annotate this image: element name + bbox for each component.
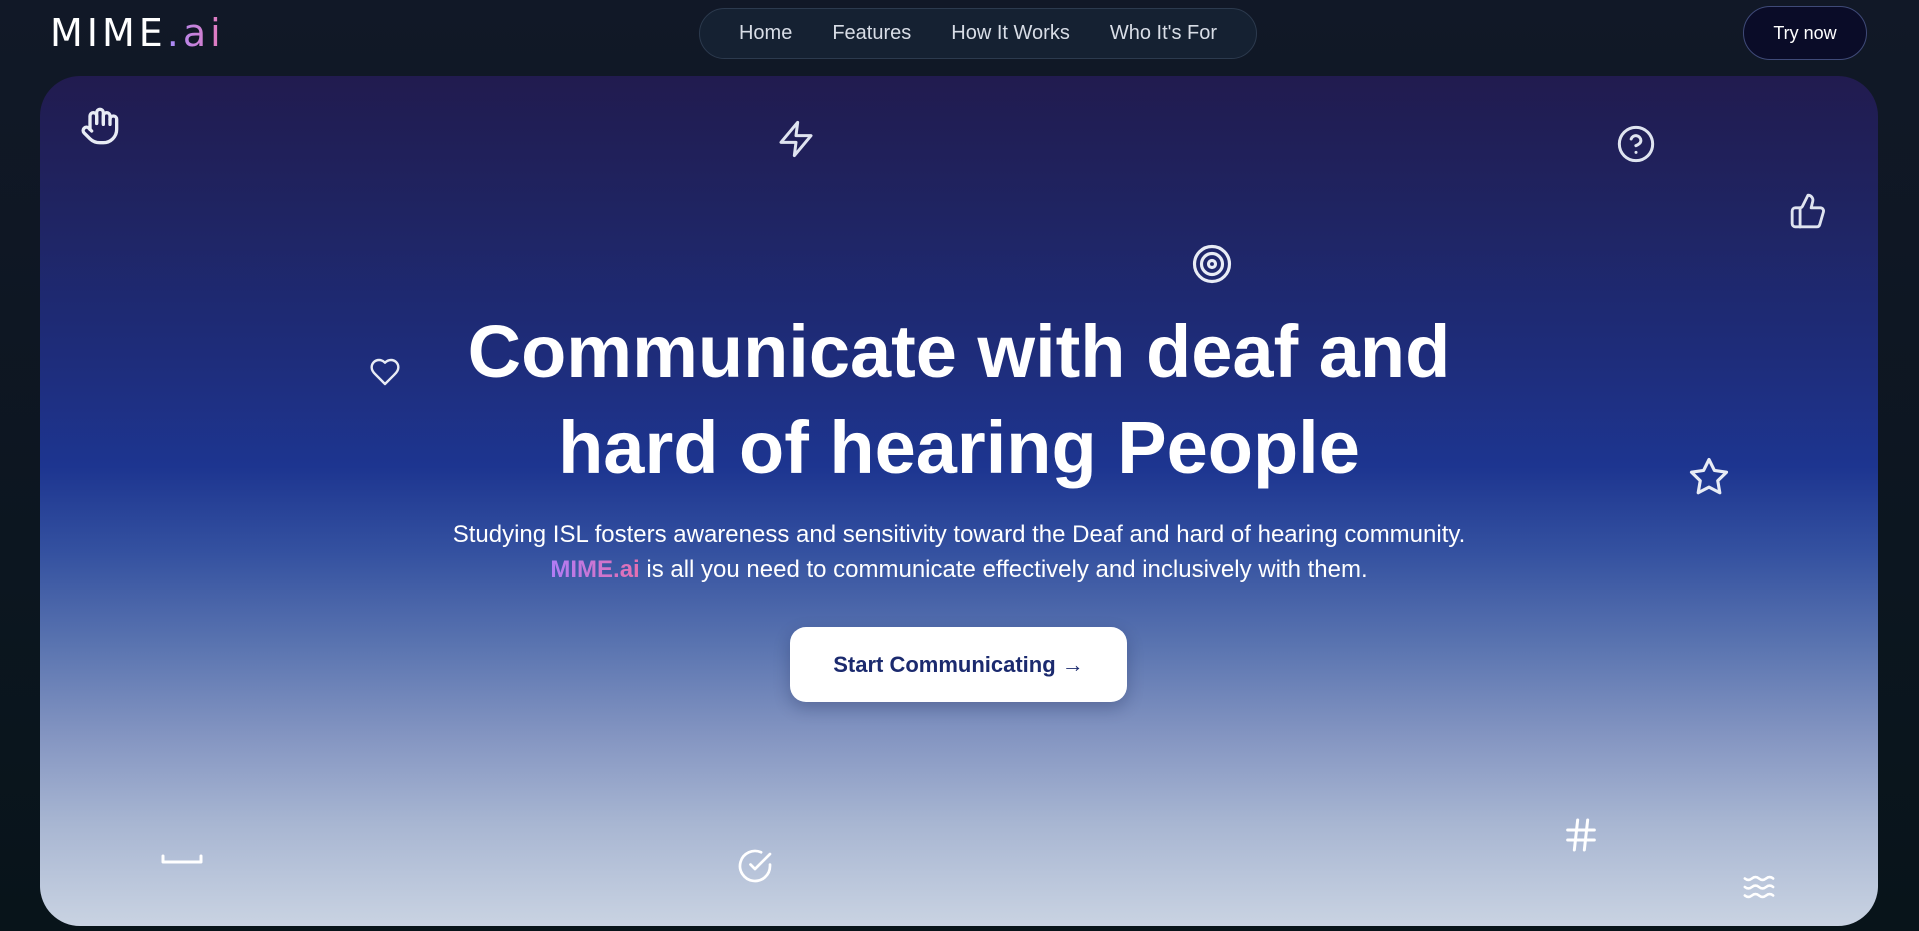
hero-headline-line-1: Communicate with deaf and <box>467 310 1451 393</box>
hero-headline: Communicate with deaf and hard of hearin… <box>40 304 1878 496</box>
check-circle-icon <box>737 848 773 884</box>
nav-link-home[interactable]: Home <box>719 8 812 59</box>
waves-icon <box>1740 870 1778 904</box>
nav-menu: Home Features How It Works Who It's For <box>699 8 1257 59</box>
hand-icon <box>80 106 120 146</box>
nav-link-features[interactable]: Features <box>812 8 931 59</box>
start-communicating-button[interactable]: Start Communicating → <box>790 627 1127 702</box>
target-icon <box>1191 243 1233 285</box>
hero-subtext-brand: MIME.ai <box>550 556 640 583</box>
hero-subtext-line-1: Studying ISL fosters awareness and sensi… <box>452 521 1466 548</box>
brand-logo[interactable]: MIME.ai <box>50 10 225 56</box>
nav-link-who-its-for[interactable]: Who It's For <box>1090 8 1237 59</box>
space-key-icon <box>160 846 204 870</box>
brand-logo-main: MIME <box>50 11 167 55</box>
hero-section: Communicate with deaf and hard of hearin… <box>40 76 1878 926</box>
help-circle-icon <box>1616 124 1656 164</box>
brand-logo-suffix: .ai <box>166 11 225 55</box>
top-navbar: MIME.ai Home Features How It Works Who I… <box>0 0 1919 70</box>
hero-subtext: Studying ISL fosters awareness and sensi… <box>40 517 1878 587</box>
hero-subtext-line-2: is all you need to communicate effective… <box>639 556 1368 583</box>
hero-headline-line-2: hard of hearing People <box>558 406 1360 489</box>
zap-icon <box>776 118 816 160</box>
hash-icon <box>1561 815 1601 855</box>
nav-link-how-it-works[interactable]: How It Works <box>931 8 1090 59</box>
thumbs-up-icon <box>1789 192 1827 230</box>
try-now-button[interactable]: Try now <box>1743 6 1867 60</box>
